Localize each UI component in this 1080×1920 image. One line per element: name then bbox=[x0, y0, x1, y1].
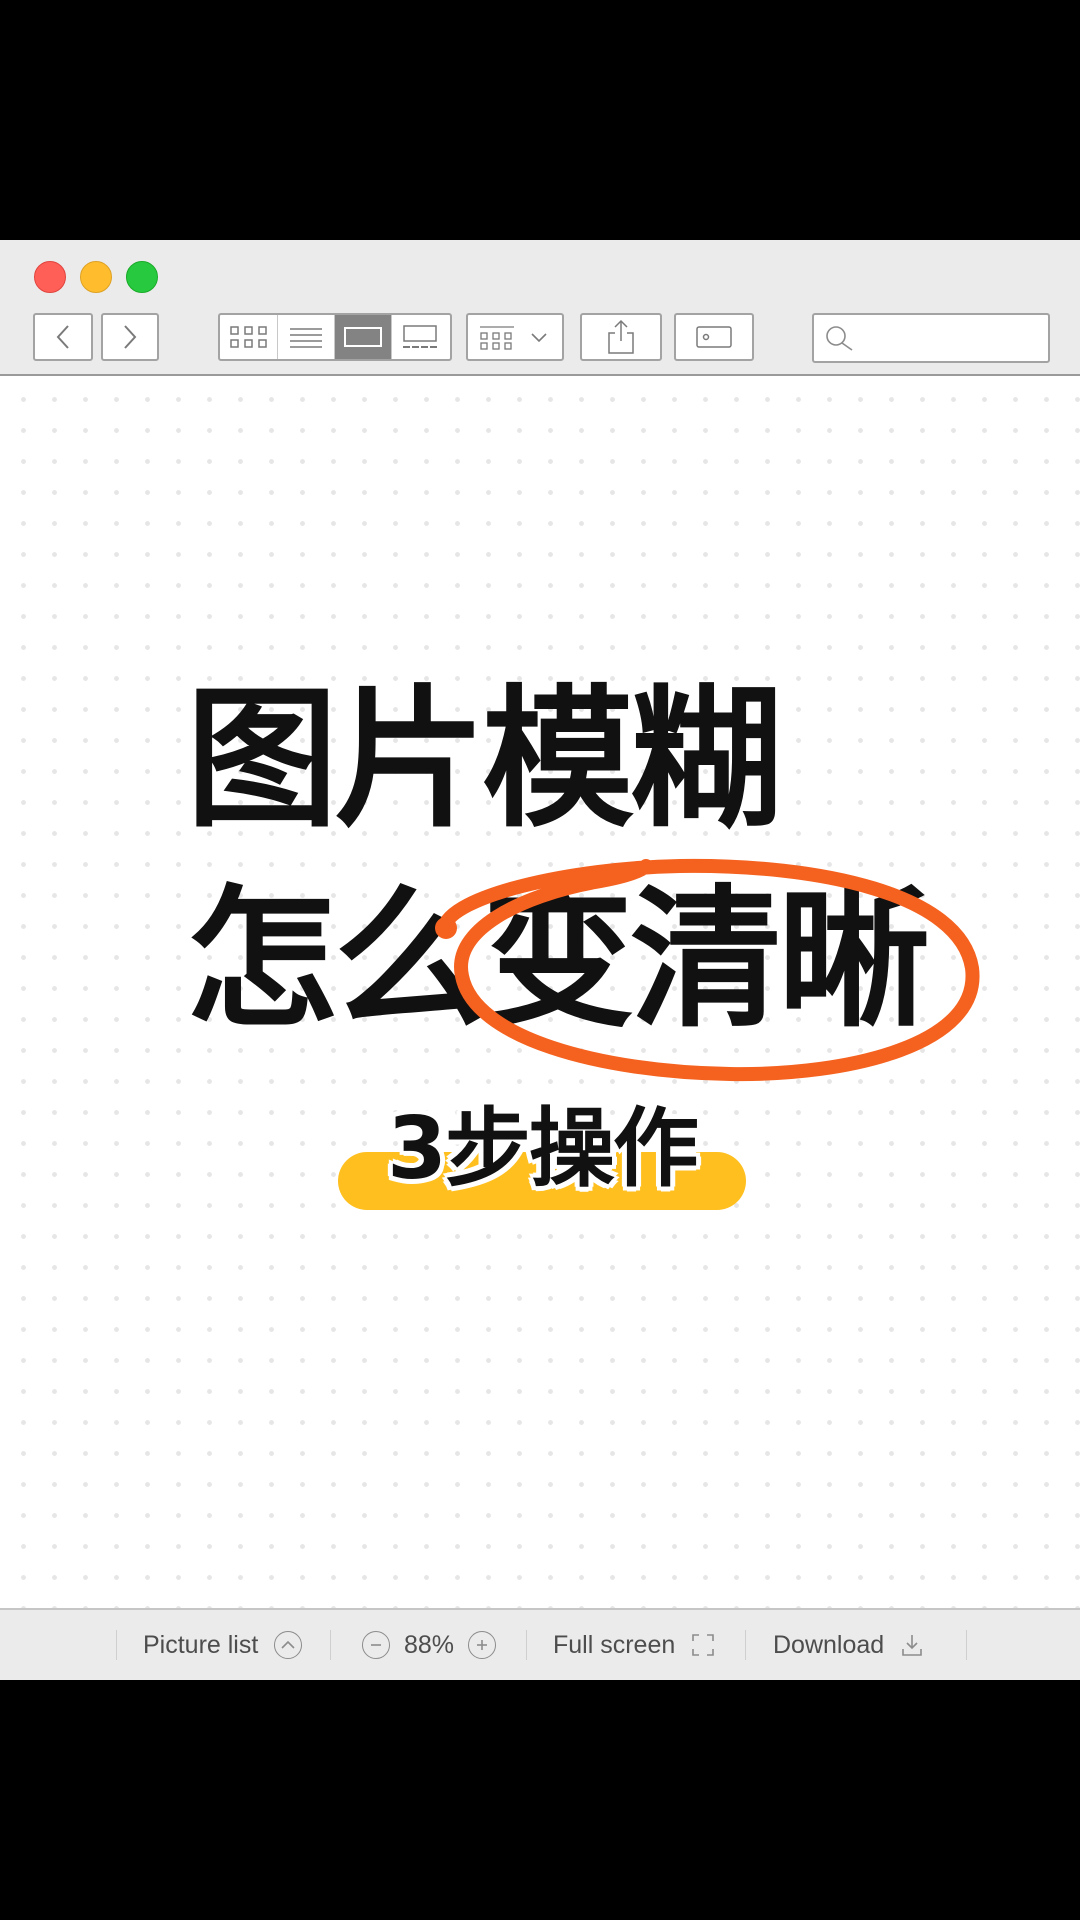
back-button[interactable] bbox=[33, 313, 93, 361]
chevron-right-icon bbox=[124, 325, 137, 349]
grid-view-button[interactable] bbox=[220, 315, 277, 359]
zoom-out-icon[interactable] bbox=[362, 1631, 390, 1659]
close-window-button[interactable] bbox=[34, 261, 66, 293]
zoom-controls: 88% bbox=[362, 1610, 497, 1680]
image-viewer-window: 图片模糊 怎么变清晰 3步操作 Picture list 88% Full sc… bbox=[0, 240, 1080, 1680]
list-view-icon bbox=[290, 328, 322, 348]
single-view-button[interactable] bbox=[334, 315, 391, 359]
view-mode-segmented-control bbox=[218, 313, 452, 361]
arrange-dropdown-button[interactable] bbox=[466, 313, 564, 361]
separator bbox=[526, 1630, 527, 1660]
picture-list-button[interactable]: Picture list bbox=[143, 1610, 303, 1680]
bottom-status-bar: Picture list 88% Full screen Download bbox=[0, 1608, 1080, 1680]
window-toolbar bbox=[0, 240, 1080, 376]
fullscreen-label: Full screen bbox=[553, 1630, 676, 1659]
separator bbox=[966, 1630, 967, 1660]
grid-view-icon bbox=[229, 326, 267, 348]
subtitle-text: 3步操作 bbox=[387, 1099, 699, 1199]
picture-list-label: Picture list bbox=[143, 1630, 259, 1659]
download-label: Download bbox=[773, 1630, 885, 1659]
share-button[interactable] bbox=[580, 313, 662, 361]
download-icon bbox=[898, 1631, 926, 1659]
image-canvas: 图片模糊 怎么变清晰 3步操作 bbox=[0, 376, 1080, 1608]
forward-button[interactable] bbox=[101, 313, 159, 361]
search-input[interactable] bbox=[860, 317, 1048, 359]
zoom-window-button[interactable] bbox=[126, 261, 158, 293]
minimize-window-button[interactable] bbox=[80, 261, 112, 293]
chevron-left-icon bbox=[56, 325, 69, 349]
tag-button[interactable] bbox=[674, 313, 754, 361]
search-icon bbox=[826, 326, 853, 351]
list-view-button[interactable] bbox=[277, 315, 334, 359]
single-view-icon bbox=[344, 327, 382, 347]
zoom-in-icon[interactable] bbox=[468, 1631, 497, 1659]
fullscreen-icon bbox=[689, 1631, 717, 1659]
subtitle-badge: 3步操作 bbox=[338, 1106, 746, 1228]
download-button[interactable]: Download bbox=[773, 1610, 926, 1680]
share-icon bbox=[608, 319, 634, 354]
separator bbox=[330, 1630, 331, 1660]
zoom-level: 88% bbox=[404, 1630, 455, 1659]
separator bbox=[116, 1630, 117, 1660]
arrange-icon bbox=[480, 326, 547, 350]
filmstrip-view-icon bbox=[403, 325, 437, 348]
chevron-up-icon bbox=[274, 1631, 303, 1659]
tag-icon bbox=[696, 326, 732, 348]
filmstrip-view-button[interactable] bbox=[391, 315, 448, 359]
search-field[interactable] bbox=[812, 313, 1050, 363]
hand-drawn-circle bbox=[435, 858, 980, 1082]
fullscreen-button[interactable]: Full screen bbox=[553, 1610, 717, 1680]
headline-line-1: 图片模糊 bbox=[186, 671, 782, 848]
separator bbox=[745, 1630, 746, 1660]
